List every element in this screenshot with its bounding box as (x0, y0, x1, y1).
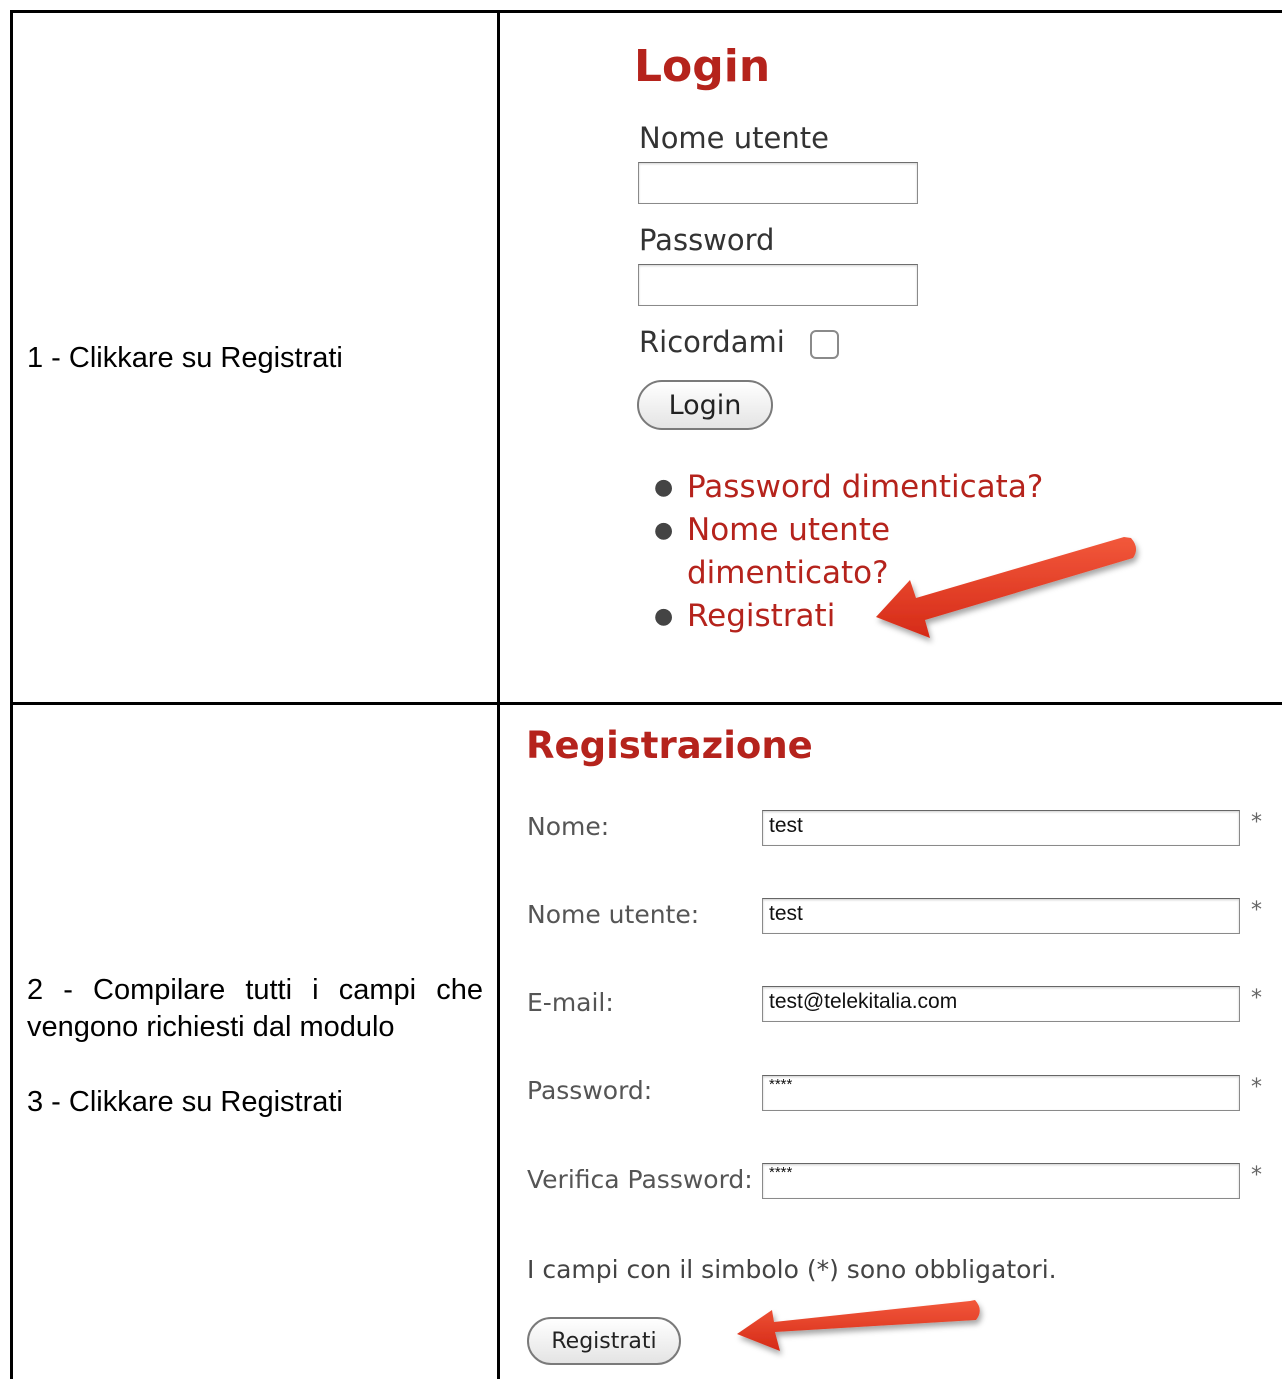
required-marker: * (1251, 898, 1262, 923)
reg-password-input[interactable]: **** (762, 1075, 1240, 1111)
username-label: Nome utente: (527, 900, 700, 929)
required-marker: * (1251, 810, 1262, 835)
required-marker: * (1251, 986, 1262, 1011)
email-input[interactable]: test@telekitalia.com (762, 986, 1240, 1022)
verify-password-input[interactable]: **** (762, 1163, 1240, 1199)
register-button[interactable]: Registrati (527, 1317, 681, 1365)
required-marker: * (1251, 1163, 1262, 1188)
reg-password-label: Password: (527, 1076, 653, 1105)
reg-username-input[interactable]: test (762, 898, 1240, 934)
required-marker: * (1251, 1075, 1262, 1100)
email-label: E-mail: (527, 988, 614, 1017)
registration-title: Registrazione (526, 724, 813, 767)
required-fields-note: I campi con il simbolo (*) sono obbligat… (527, 1255, 1057, 1284)
verify-password-label: Verifica Password: (527, 1165, 753, 1194)
name-input[interactable]: test (762, 810, 1240, 846)
name-label: Nome: (527, 812, 610, 841)
